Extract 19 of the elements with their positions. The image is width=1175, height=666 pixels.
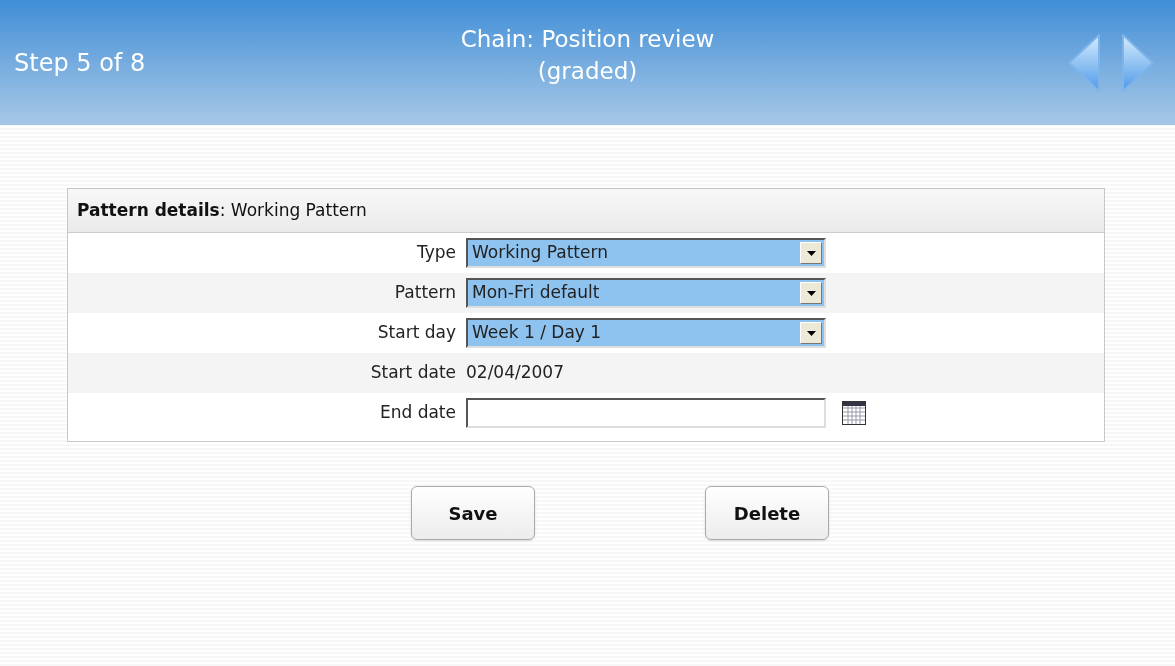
dropdown-value: Week 1 / Day 1 <box>472 321 603 345</box>
dropdown-value: Mon-Fri default <box>472 281 601 305</box>
calendar-icon[interactable] <box>842 401 866 425</box>
dropdown-field[interactable]: Week 1 / Day 1 <box>466 318 826 348</box>
dropdown-field[interactable]: Mon-Fri default <box>466 278 826 308</box>
dropdown-value: Working Pattern <box>472 241 609 265</box>
field-label: Pattern <box>393 281 457 305</box>
action-button[interactable]: Delete <box>705 486 829 540</box>
field-label: Type <box>415 241 457 265</box>
field-label: End date <box>378 401 457 425</box>
action-button[interactable]: Save <box>411 486 535 540</box>
panel-title: Pattern details: Working Pattern <box>77 198 367 222</box>
field-value: 02/04/2007 <box>466 361 564 385</box>
dropdown-field[interactable]: Working Pattern <box>466 238 826 268</box>
step-counter: Step 5 of 8 <box>14 47 147 79</box>
field-label: Start day <box>376 321 457 345</box>
date-input-field[interactable] <box>466 398 826 428</box>
page-title: Chain: Position review (graded) <box>459 24 716 86</box>
field-label: Start date <box>369 361 457 385</box>
